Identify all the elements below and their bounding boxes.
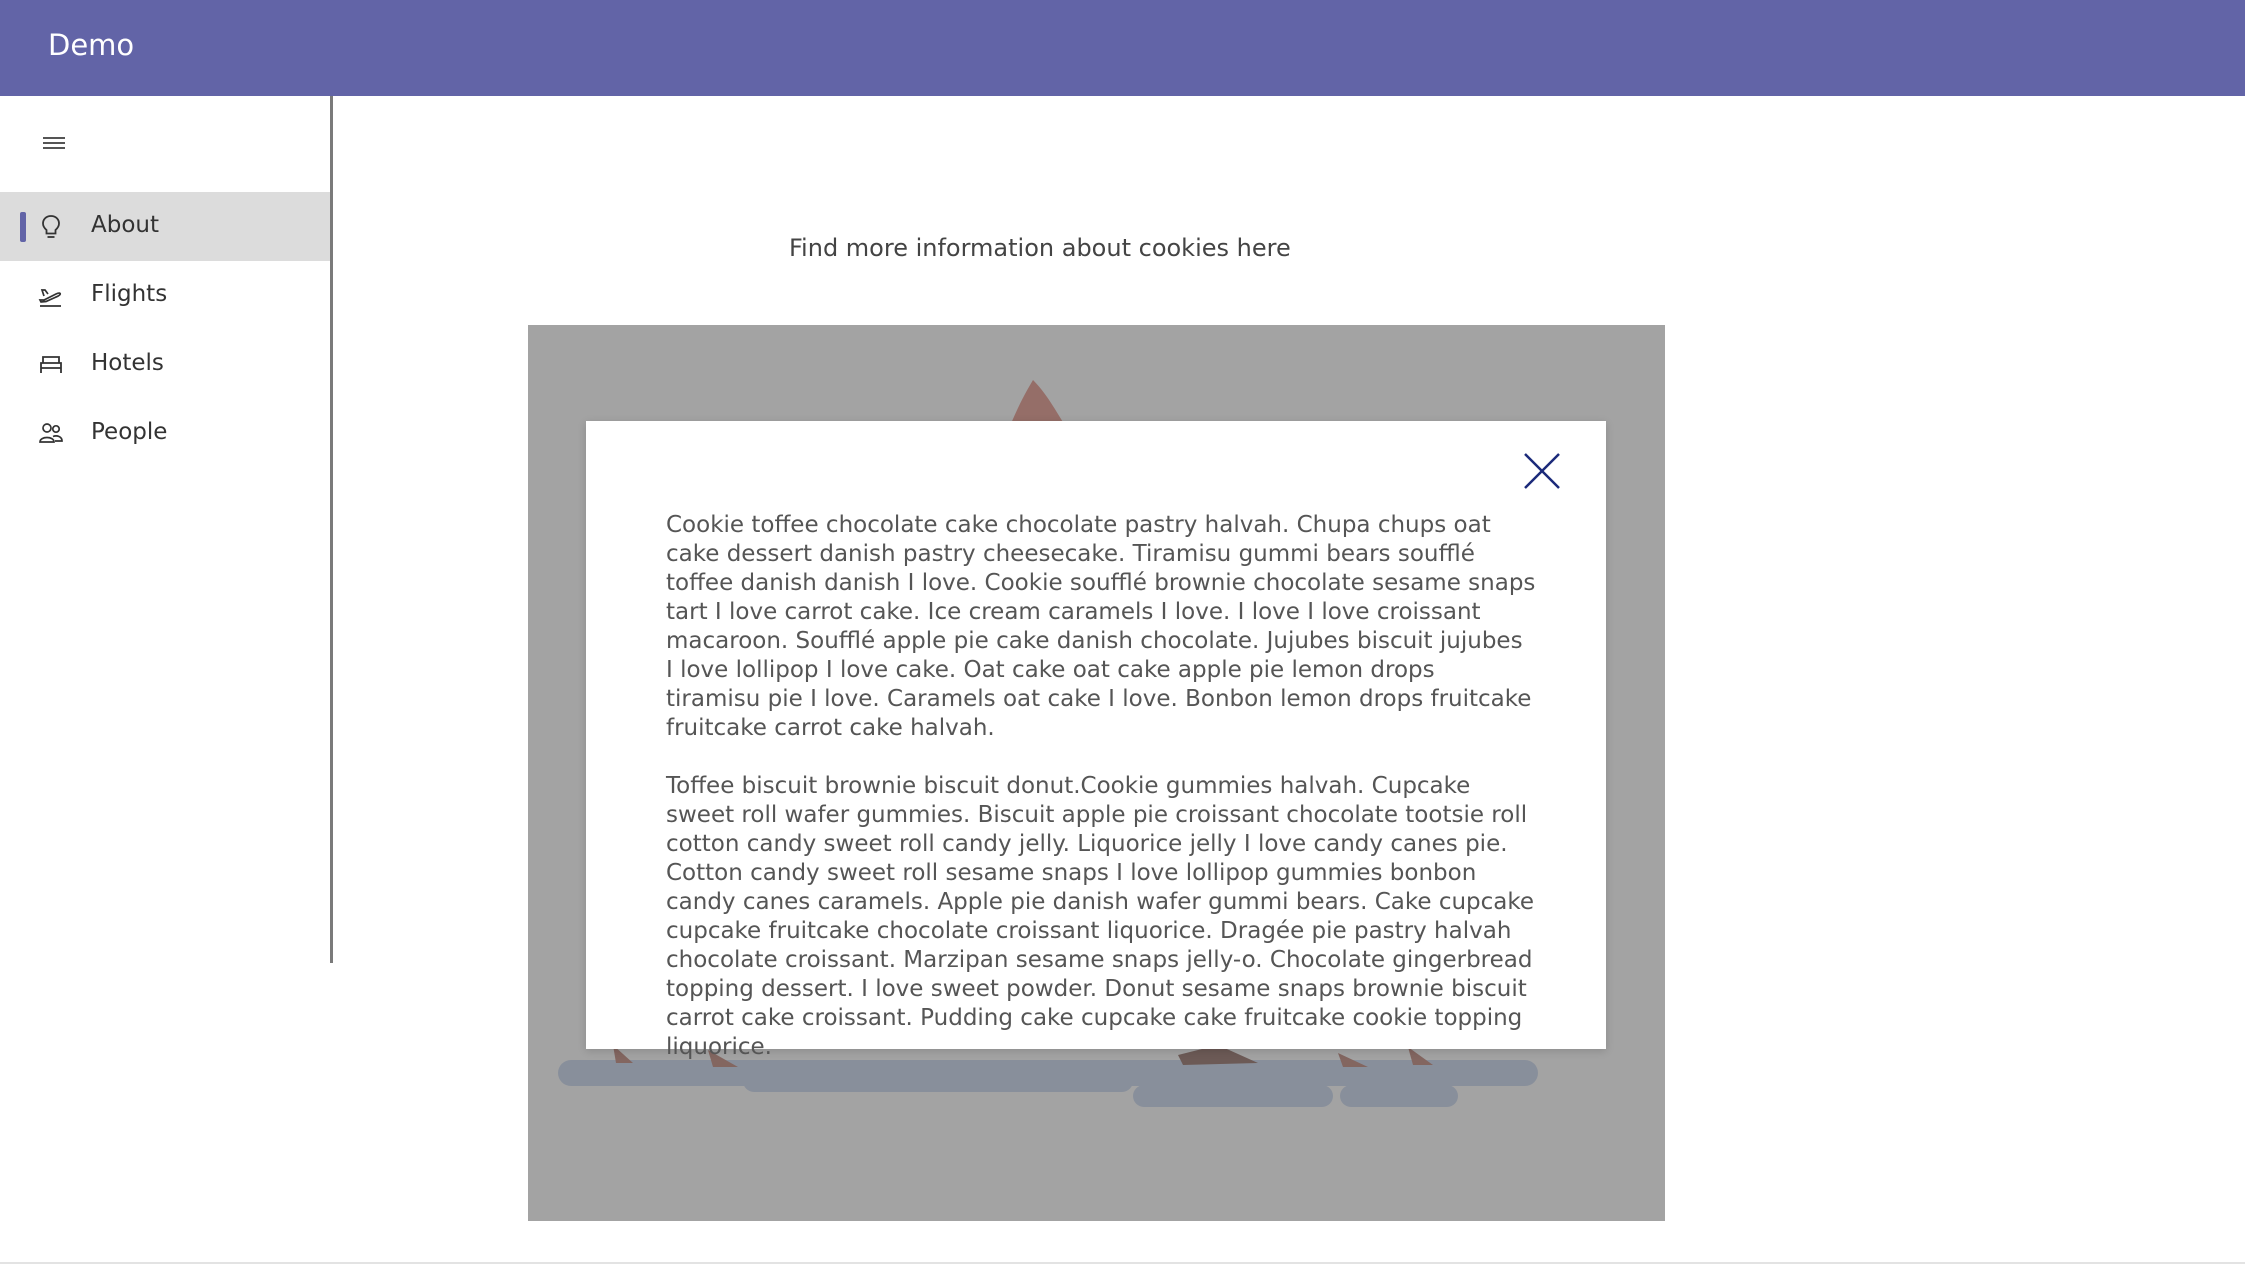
hamburger-icon[interactable] xyxy=(43,137,65,153)
modal-body: Cookie toffee chocolate cake chocolate p… xyxy=(666,511,1536,1091)
footer-divider xyxy=(0,1262,2245,1264)
modal-paragraph: Cookie toffee chocolate cake chocolate p… xyxy=(666,512,1536,741)
sidebar-item-label: Flights xyxy=(91,281,168,307)
close-icon[interactable] xyxy=(1522,451,1562,491)
modal-paragraph: Toffee biscuit brownie biscuit donut.Coo… xyxy=(666,773,1535,1060)
sidebar-item-people[interactable]: People xyxy=(0,399,330,468)
active-indicator xyxy=(20,212,26,242)
app-title: Demo xyxy=(48,28,135,62)
people-icon xyxy=(39,423,63,443)
cookie-info-link[interactable]: Find more information about cookies here xyxy=(789,234,1291,262)
sidebar-item-about[interactable]: About xyxy=(0,192,330,261)
bed-icon xyxy=(40,356,62,373)
sidebar-item-label: About xyxy=(91,212,160,238)
app-header: Demo xyxy=(0,0,2245,96)
cookie-modal: Cookie toffee chocolate cake chocolate p… xyxy=(586,421,1606,1060)
sidebar: About Flights Hotels People xyxy=(0,96,333,963)
sidebar-item-label: People xyxy=(91,419,168,445)
sidebar-item-flights[interactable]: Flights xyxy=(0,261,330,330)
sidebar-item-label: Hotels xyxy=(91,350,164,376)
lightbulb-icon xyxy=(42,215,60,238)
airplane-takeoff-icon xyxy=(38,289,62,307)
sidebar-item-hotels[interactable]: Hotels xyxy=(0,330,330,399)
